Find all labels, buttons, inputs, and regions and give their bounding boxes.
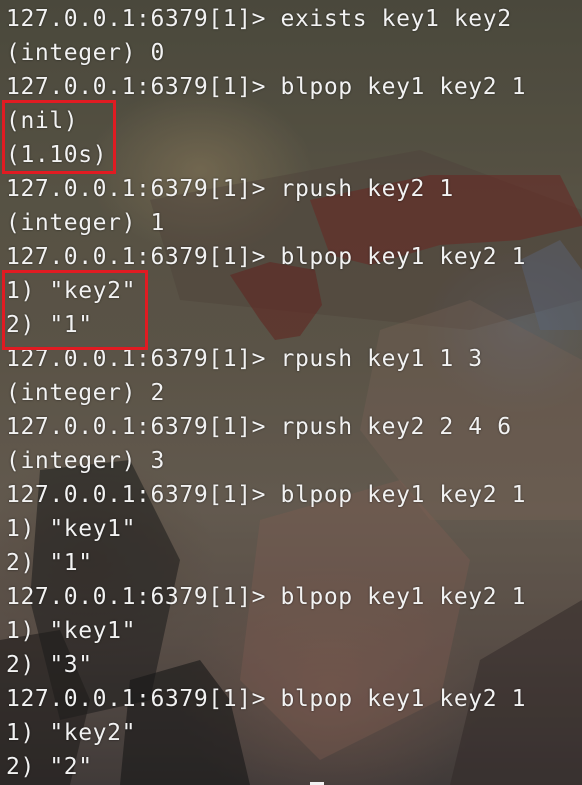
- terminal-line: 1) "key1": [6, 618, 137, 644]
- highlight-box-key2-result: [2, 270, 148, 350]
- terminal-line: 127.0.0.1:6379[1]> rpush key2 1: [6, 176, 454, 202]
- terminal-line: 127.0.0.1:6379[1]> blpop key1 key2 1: [6, 244, 527, 270]
- terminal-line: (integer) 0: [6, 40, 165, 66]
- terminal-line: 127.0.0.1:6379[1]> blpop key1 key2 1: [6, 482, 527, 508]
- terminal-line: 1) "key2": [6, 720, 137, 746]
- terminal-line: (integer) 3: [6, 448, 165, 474]
- terminal-window[interactable]: 127.0.0.1:6379[1]> exists key1 key2 (int…: [0, 0, 582, 785]
- terminal-line: (integer) 1: [6, 210, 165, 236]
- terminal-line: 127.0.0.1:6379[1]> rpush key2 2 4 6: [6, 414, 512, 440]
- highlight-box-nil-timeout: [2, 100, 116, 174]
- terminal-line: 127.0.0.1:6379[1]> blpop key1 key2 1: [6, 74, 527, 100]
- terminal-line: 2) "1": [6, 550, 93, 576]
- terminal-line: 2) "3": [6, 652, 93, 678]
- terminal-line: 127.0.0.1:6379[1]> blpop key1 key2 1: [6, 584, 527, 610]
- terminal-line: 127.0.0.1:6379[1]> blpop key1 key2 1: [6, 686, 527, 712]
- terminal-line: (integer) 2: [6, 380, 165, 406]
- terminal-line: 2) "2": [6, 754, 93, 780]
- terminal-line: 1) "key1": [6, 516, 137, 542]
- terminal-line: 127.0.0.1:6379[1]> exists key1 key2: [6, 6, 512, 32]
